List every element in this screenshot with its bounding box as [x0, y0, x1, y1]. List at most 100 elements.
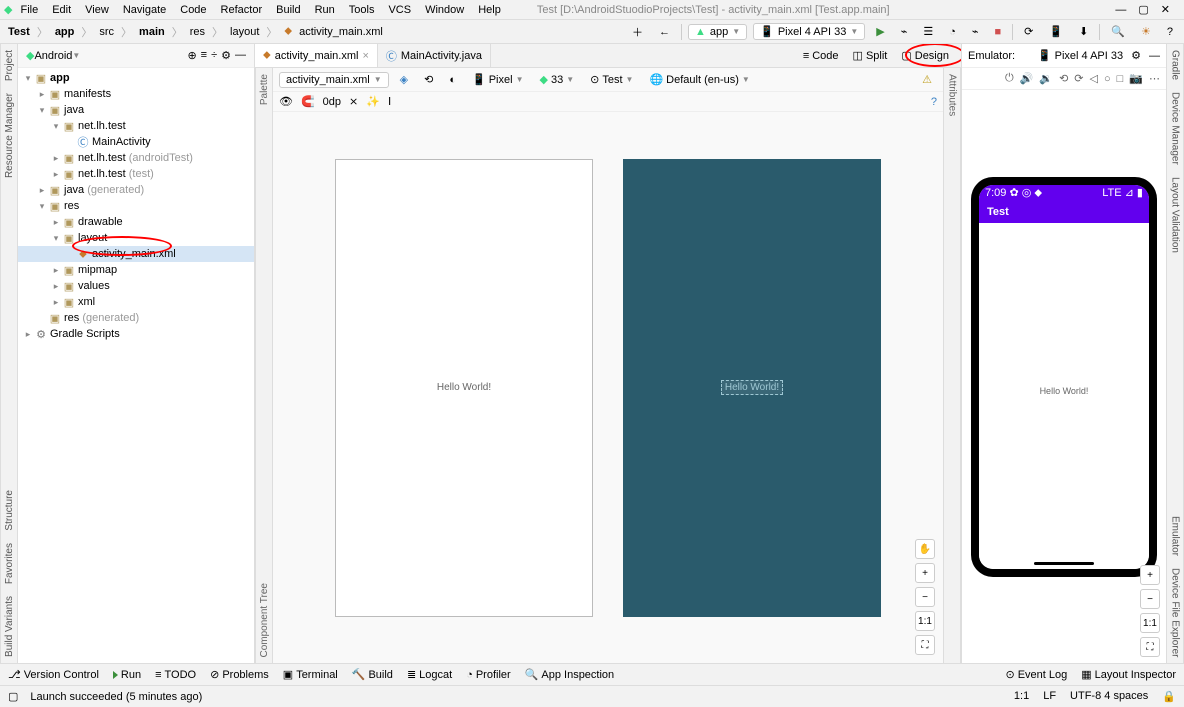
tool-logcat[interactable]: ≣ Logcat	[407, 668, 452, 681]
emulator-screenshot-icon[interactable]: 📷	[1129, 72, 1143, 85]
tab-activity-main[interactable]: ⬥activity_main.xml×	[255, 44, 378, 67]
menu-help[interactable]: Help	[472, 2, 507, 18]
maximize-icon[interactable]: ▢	[1138, 3, 1148, 16]
nav-back-icon[interactable]: ←	[654, 24, 675, 40]
sdk-manager-button[interactable]: ⬇	[1074, 23, 1093, 40]
emulator-extended-icon[interactable]: ⋯	[1149, 72, 1160, 85]
tree-manifests[interactable]: ▸▣manifests	[18, 86, 254, 102]
toggle-tool-windows-icon[interactable]: ▢	[8, 690, 18, 703]
avd-manager-button[interactable]: 📱	[1044, 23, 1068, 40]
tree-pkg-androidtest[interactable]: ▸▣net.lh.test (androidTest)	[18, 150, 254, 166]
menu-vcs[interactable]: VCS	[382, 2, 417, 18]
view-split-button[interactable]: ◫Split	[847, 47, 894, 64]
coverage-button[interactable]: ☰	[918, 23, 938, 40]
tree-app[interactable]: ▾▣app	[18, 70, 254, 86]
hide-icon[interactable]: —	[235, 49, 246, 62]
zoom-out-button[interactable]: −	[915, 587, 935, 607]
warnings-icon[interactable]: ⚠	[917, 71, 937, 88]
emu-zoom-out-button[interactable]: −	[1140, 589, 1160, 609]
zoom-in-button[interactable]: +	[915, 563, 935, 583]
attributes-label[interactable]: Attributes	[947, 68, 958, 122]
palette-strip[interactable]: Palette Component Tree	[255, 68, 273, 663]
status-position[interactable]: 1:1	[1014, 690, 1029, 703]
tool-profiler[interactable]: ◔ Profiler	[466, 669, 511, 681]
crumb-test[interactable]: Test	[6, 26, 32, 38]
device-type-dropdown[interactable]: 📱 Pixel ▼	[467, 71, 528, 88]
view-design-button[interactable]: ▢Design	[895, 47, 955, 64]
gutter-favorites[interactable]: Favorites	[4, 537, 15, 590]
emu-zoom-fit-button[interactable]: ⛶	[1140, 637, 1160, 657]
crumb-file[interactable]: activity_main.xml	[297, 26, 385, 38]
tool-run[interactable]: Run	[113, 669, 141, 681]
menu-view[interactable]: View	[79, 2, 115, 18]
guidelines-icon[interactable]: Ⅰ	[388, 95, 391, 108]
menu-edit[interactable]: Edit	[46, 2, 77, 18]
gutter-emulator[interactable]: Emulator	[1170, 510, 1181, 562]
design-canvas[interactable]: Hello World! Hello World! ✋ + − 1:1 ⛶	[273, 112, 943, 663]
tree-values[interactable]: ▸▣values	[18, 278, 254, 294]
crumb-layout[interactable]: layout	[228, 26, 261, 38]
component-tree-label[interactable]: Component Tree	[259, 577, 270, 664]
gutter-device-manager[interactable]: Device Manager	[1170, 86, 1181, 171]
status-lock-icon[interactable]: 🔒	[1162, 690, 1176, 703]
settings-icon[interactable]: ⚙	[221, 49, 231, 62]
tree-drawable[interactable]: ▸▣drawable	[18, 214, 254, 230]
settings-button[interactable]: ☀	[1136, 23, 1156, 40]
attach-debugger-button[interactable]: ⌁	[967, 23, 984, 40]
tree-mipmap[interactable]: ▸▣mipmap	[18, 262, 254, 278]
visibility-icon[interactable]: 👁	[279, 95, 293, 108]
status-encoding-indent[interactable]: UTF-8 4 spaces	[1070, 690, 1148, 703]
design-file-dropdown[interactable]: activity_main.xml▼	[279, 72, 389, 88]
tool-build[interactable]: 🔨 Build	[352, 668, 393, 681]
zoom-fit-button[interactable]: ⛶	[915, 635, 935, 655]
sidebar-mode[interactable]: Android	[34, 50, 72, 62]
tree-res-gen[interactable]: ▣res (generated)	[18, 310, 254, 326]
palette-icon[interactable]: ◈	[395, 71, 413, 88]
emulator-home-icon[interactable]: ○	[1104, 73, 1111, 85]
gutter-resource-manager[interactable]: Resource Manager	[4, 87, 15, 184]
emu-zoom-reset-button[interactable]: 1:1	[1140, 613, 1160, 633]
tab-main-activity[interactable]: ⒸMainActivity.java	[378, 44, 491, 67]
menu-window[interactable]: Window	[419, 2, 470, 18]
emulator-voldown-icon[interactable]: 🔉	[1039, 72, 1053, 85]
menu-build[interactable]: Build	[270, 2, 306, 18]
status-line-sep[interactable]: LF	[1043, 690, 1056, 703]
tool-problems[interactable]: ⊘ Problems	[210, 668, 269, 681]
tree-gradle-scripts[interactable]: ▸⚙Gradle Scripts	[18, 326, 254, 342]
orientation-icon[interactable]: ⟲	[419, 71, 438, 88]
help-icon[interactable]: ?	[931, 96, 937, 108]
filter-icon[interactable]: ≡	[201, 49, 207, 62]
stop-button[interactable]: ■	[990, 24, 1007, 40]
debug-button[interactable]: ⌁	[896, 23, 913, 40]
expand-icon[interactable]: ÷	[211, 49, 217, 62]
emulator-volup-icon[interactable]: 🔊	[1020, 72, 1034, 85]
emulator-screen[interactable]: 7:09 ✿ ◎ ⬥ LTE ⊿ ▮ Test Hello World!	[979, 185, 1149, 569]
zoom-reset-button[interactable]: 1:1	[915, 611, 935, 631]
emulator-hide-icon[interactable]: —	[1149, 50, 1160, 62]
tree-java-gen[interactable]: ▸▣java (generated)	[18, 182, 254, 198]
device-dropdown[interactable]: 📱Pixel 4 API 33▼	[753, 23, 865, 40]
autoconnect-icon[interactable]: 🧲	[301, 95, 315, 108]
target-icon[interactable]: ⊕	[187, 49, 196, 62]
emulator-settings-icon[interactable]: ⚙	[1131, 49, 1141, 62]
profile-button[interactable]: ◔	[944, 24, 961, 40]
tool-terminal[interactable]: ▣ Terminal	[283, 668, 338, 681]
clear-constraints-icon[interactable]: ⨯	[349, 95, 358, 108]
blueprint-text[interactable]: Hello World!	[721, 380, 783, 395]
emulator-rotate-right-icon[interactable]: ⟳	[1074, 72, 1083, 85]
tree-activity-main[interactable]: ⬥activity_main.xml	[18, 246, 254, 262]
tool-app-inspection[interactable]: 🔍 App Inspection	[525, 668, 614, 681]
menu-navigate[interactable]: Navigate	[117, 2, 172, 18]
tree-pkg-main[interactable]: ▾▣net.lh.test	[18, 118, 254, 134]
tool-layout-inspector[interactable]: ▦ Layout Inspector	[1081, 668, 1176, 681]
gutter-build-variants[interactable]: Build Variants	[4, 590, 15, 663]
close-icon[interactable]: ×	[362, 50, 368, 62]
palette-label[interactable]: Palette	[259, 68, 270, 111]
run-config-dropdown[interactable]: ▲app▼	[688, 24, 747, 40]
tree-java[interactable]: ▾▣java	[18, 102, 254, 118]
menu-file[interactable]: File	[14, 2, 44, 18]
tree-layout[interactable]: ▾▣layout	[18, 230, 254, 246]
infer-constraints-icon[interactable]: ✨	[366, 95, 380, 108]
default-margin[interactable]: 0dp	[323, 96, 341, 108]
help-button[interactable]: ?	[1162, 24, 1178, 40]
